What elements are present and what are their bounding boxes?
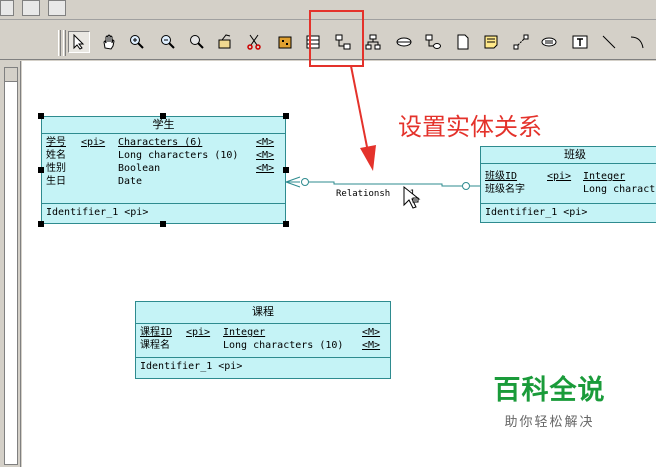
note-tool[interactable] — [480, 31, 502, 53]
left-scrollbar[interactable] — [4, 67, 18, 465]
pointer-icon — [73, 34, 85, 50]
toolbar-button[interactable] — [0, 0, 14, 16]
optional-circle-left — [301, 178, 309, 186]
pointer-tool[interactable] — [68, 31, 90, 53]
line-icon — [602, 35, 616, 49]
grabber-tool[interactable] — [98, 31, 120, 53]
inheritance-icon — [365, 34, 381, 50]
zoom-out-tool[interactable] — [157, 31, 179, 53]
note-icon — [484, 35, 498, 49]
properties-tool[interactable] — [214, 31, 236, 53]
left-panel — [0, 61, 21, 467]
toolbar-button[interactable] — [48, 0, 66, 16]
tool-highlight-box — [309, 10, 364, 67]
text-tool[interactable] — [569, 31, 591, 53]
toolbar-grip[interactable] — [63, 30, 66, 56]
title-icon — [541, 37, 557, 47]
association-link-tool[interactable] — [422, 31, 444, 53]
title-tool[interactable] — [538, 31, 560, 53]
text-icon — [572, 35, 588, 49]
association-link-icon — [425, 34, 441, 49]
crowfoot-mark — [285, 176, 301, 188]
toolbar-button[interactable] — [22, 0, 40, 16]
optional-circle-right — [462, 182, 470, 190]
scissors-icon — [247, 34, 261, 50]
zoom-in-icon — [130, 35, 144, 49]
mouse-cursor-icon — [403, 185, 421, 209]
relationship-label-text: Relationsh — [336, 189, 391, 199]
link-tool[interactable] — [510, 31, 532, 53]
hand-icon — [103, 34, 115, 50]
association-icon — [396, 37, 412, 47]
annotation-arrow — [350, 65, 376, 171]
relationship-line — [309, 181, 462, 187]
line-tool[interactable] — [598, 31, 620, 53]
file-icon — [457, 34, 469, 50]
toolbar-grip[interactable] — [58, 30, 61, 56]
watermark-subtitle: 助你轻松解决 — [504, 415, 595, 430]
inheritance-tool[interactable] — [362, 31, 384, 53]
link-icon — [513, 34, 529, 50]
zoom-in-tool[interactable] — [126, 31, 148, 53]
arc-icon — [630, 36, 644, 49]
association-tool[interactable] — [393, 31, 415, 53]
zoom-find-tool[interactable] — [186, 31, 208, 53]
arc-tool[interactable] — [626, 31, 648, 53]
cut-tool[interactable] — [243, 31, 265, 53]
properties-icon — [218, 34, 231, 49]
file-tool[interactable] — [452, 31, 474, 53]
zoom-out-icon — [161, 35, 175, 49]
watermark: 百科全说 助你轻松解决 — [468, 365, 631, 442]
annotation-text: 设置实体关系 — [398, 113, 542, 141]
scroll-up-button[interactable] — [5, 68, 17, 82]
watermark-title: 百科全说 — [493, 375, 606, 406]
package-icon — [278, 36, 292, 49]
zoom-find-icon — [190, 35, 204, 49]
package-tool[interactable] — [274, 31, 296, 53]
